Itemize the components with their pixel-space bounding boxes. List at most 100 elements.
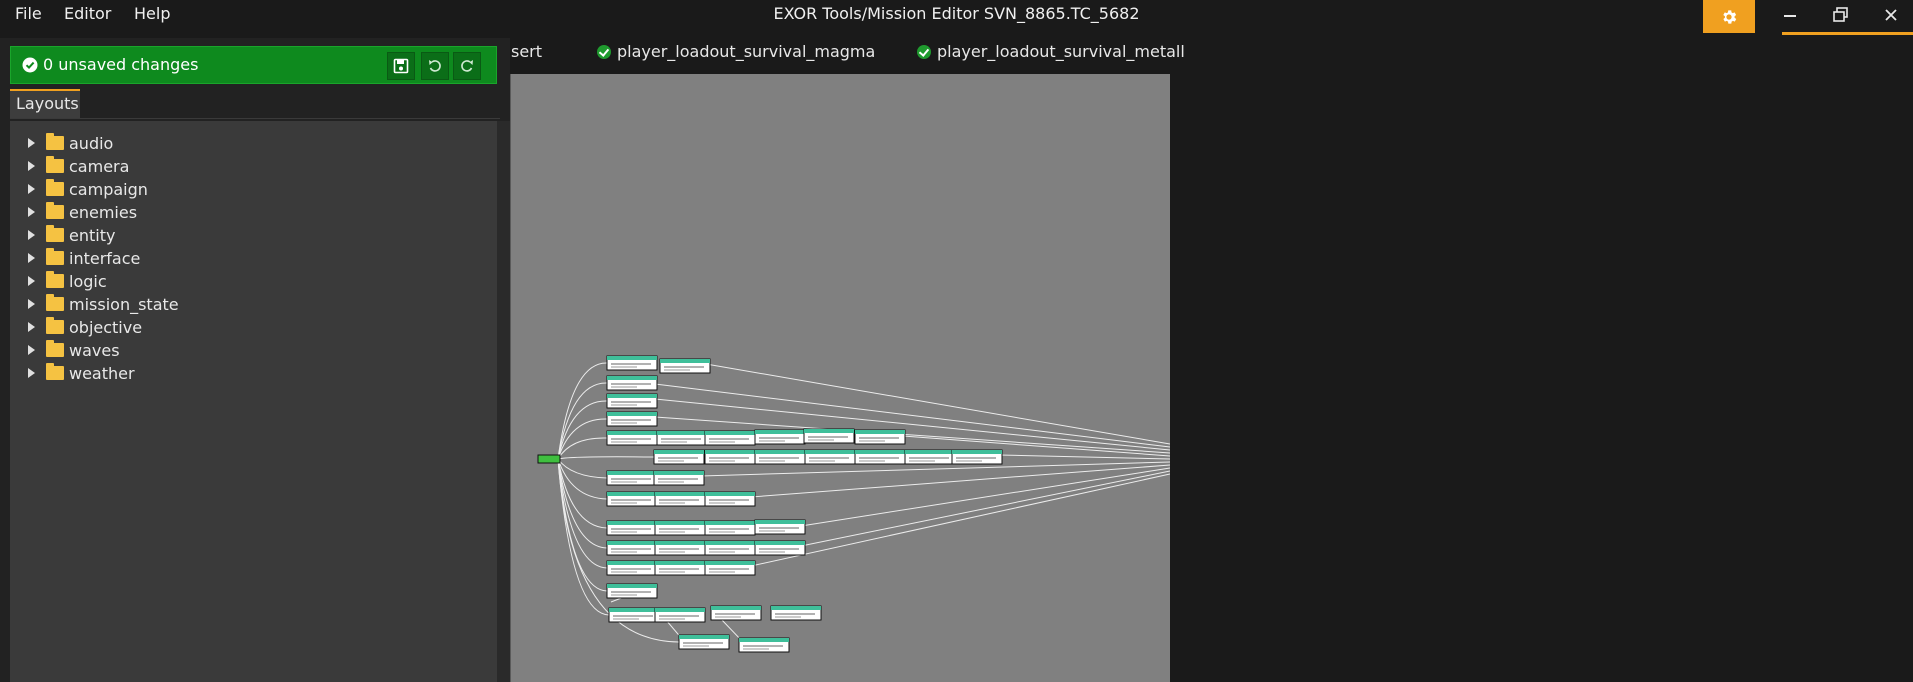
tree-item-label: camera [69, 156, 130, 176]
folder-icon [46, 294, 64, 311]
graph-edge [557, 418, 608, 460]
graph-node-header [660, 359, 710, 363]
folder-icon [46, 271, 64, 288]
graph-edge [800, 467, 1170, 527]
tree-item-logic[interactable]: logic [28, 270, 107, 292]
expand-arrow-icon[interactable] [28, 230, 35, 240]
folder-icon [46, 156, 64, 173]
graph-node-header [607, 561, 657, 565]
redo-button[interactable] [453, 52, 481, 80]
graph-node-header [657, 431, 707, 435]
menu-help[interactable]: Help [134, 4, 170, 23]
graph-edge [750, 473, 1170, 567]
expand-arrow-icon[interactable] [28, 161, 35, 171]
expand-arrow-icon[interactable] [28, 138, 35, 148]
expand-arrow-icon[interactable] [28, 253, 35, 263]
tree-item-label: logic [69, 271, 107, 291]
tree-item-audio[interactable]: audio [28, 132, 113, 154]
folder-tree: audio camera campaign enemies entity int… [10, 121, 497, 682]
tab-player-loadout-survival-metall[interactable]: player_loadout_survival_metall [917, 42, 1185, 61]
graph-node-header [805, 450, 855, 454]
tree-item-label: weather [69, 363, 135, 383]
graph-node-header [905, 450, 955, 454]
graph-node-header [607, 492, 657, 496]
expand-arrow-icon[interactable] [28, 207, 35, 217]
folder-icon [46, 133, 64, 150]
graph-node-header [654, 450, 704, 454]
graph-node-header [952, 450, 1002, 454]
gear-icon [1723, 9, 1737, 24]
graph-root-node [537, 454, 561, 464]
tree-item-mission-state[interactable]: mission_state [28, 293, 179, 315]
graph-node-header [705, 541, 755, 545]
tab-label: player_loadout_survival_magma [617, 42, 876, 61]
expand-arrow-icon[interactable] [28, 322, 35, 332]
tab-player-loadout-survival-magma[interactable]: player_loadout_survival_magma [597, 42, 875, 61]
folder-icon [46, 363, 64, 380]
window-title: EXOR Tools/Mission Editor SVN_8865.TC_56… [773, 4, 1140, 23]
folder-icon [46, 317, 64, 334]
graph-node-header [607, 471, 657, 475]
graph-node-header [607, 376, 657, 380]
tree-item-enemies[interactable]: enemies [28, 201, 137, 223]
minimize-button[interactable] [1765, 0, 1815, 30]
tree-item-label: mission_state [69, 294, 179, 314]
tree-item-label: waves [69, 340, 120, 360]
graph-edge [750, 464, 1170, 498]
tree-item-label: enemies [69, 202, 138, 222]
graph-node-header [705, 431, 755, 435]
minimize-icon [1784, 15, 1796, 17]
graph-node-header [607, 431, 657, 435]
save-icon [393, 58, 409, 74]
graph-node-header [739, 638, 789, 642]
graph-edge [557, 437, 608, 460]
graph-node-header [607, 541, 657, 545]
restore-icon [1833, 7, 1848, 22]
expand-arrow-icon[interactable] [28, 345, 35, 355]
title-bar: File Editor Help EXOR Tools/Mission Edit… [0, 0, 1913, 30]
panel-splitter[interactable] [497, 121, 510, 682]
graph-node-header [607, 412, 657, 416]
settings-button[interactable] [1703, 0, 1755, 33]
expand-arrow-icon[interactable] [28, 184, 35, 194]
menu-file[interactable]: File [15, 4, 42, 23]
expand-arrow-icon[interactable] [28, 368, 35, 378]
folder-icon [46, 248, 64, 265]
save-button[interactable] [387, 52, 415, 80]
graph-node-header [705, 492, 755, 496]
graph-node-header [705, 450, 755, 454]
graph-canvas[interactable] [510, 74, 1170, 682]
graph-node-header [855, 430, 905, 434]
window-accent-line [1782, 32, 1913, 35]
tree-item-waves[interactable]: waves [28, 339, 120, 361]
menu-editor[interactable]: Editor [64, 4, 111, 23]
saved-check-icon [597, 44, 611, 59]
check-circle-icon [22, 57, 38, 73]
tree-item-campaign[interactable]: campaign [28, 178, 148, 200]
tree-item-interface[interactable]: interface [28, 247, 140, 269]
folder-icon [46, 179, 64, 196]
tree-item-camera[interactable]: camera [28, 155, 129, 177]
undo-button[interactable] [421, 52, 449, 80]
folder-icon [46, 202, 64, 219]
tab-sert[interactable]: sert [511, 42, 542, 61]
expand-arrow-icon[interactable] [28, 299, 35, 309]
graph-node-header [655, 561, 705, 565]
graph-node-header [771, 606, 821, 610]
graph-node-header [711, 606, 761, 610]
tree-item-objective[interactable]: objective [28, 316, 142, 338]
tree-item-label: objective [69, 317, 143, 337]
tree-item-weather[interactable]: weather [28, 362, 135, 384]
restore-button[interactable] [1816, 0, 1866, 30]
expand-arrow-icon[interactable] [28, 276, 35, 286]
tree-item-label: audio [69, 133, 114, 153]
tree-item-entity[interactable]: entity [28, 224, 115, 246]
node-graph[interactable] [511, 74, 1170, 682]
status-text: 0 unsaved changes [43, 55, 199, 74]
tab-layouts[interactable]: Layouts [10, 89, 80, 119]
graph-node-header [755, 520, 805, 524]
graph-node-header [654, 471, 704, 475]
graph-node-header [755, 541, 805, 545]
close-button[interactable] [1866, 0, 1913, 30]
tree-item-label: interface [69, 248, 141, 268]
